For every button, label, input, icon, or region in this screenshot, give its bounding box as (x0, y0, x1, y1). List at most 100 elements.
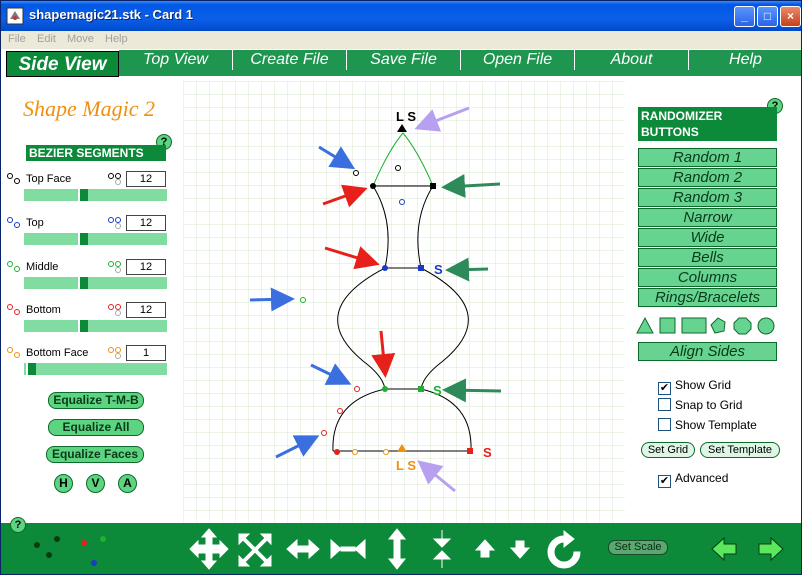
octagon-shape-button[interactable] (733, 317, 752, 335)
previous-card-icon[interactable] (711, 536, 737, 562)
narrow-icon[interactable] (330, 538, 366, 560)
segment-slider-thumb[interactable] (78, 277, 88, 289)
segment-count-input[interactable]: 12 (126, 215, 166, 231)
move-down-icon[interactable] (509, 540, 531, 559)
circle-shape-button[interactable] (757, 317, 775, 335)
segment-slider[interactable] (24, 233, 167, 245)
control-point[interactable] (370, 183, 376, 189)
advanced-checkbox[interactable]: ✔ Advanced (658, 471, 728, 488)
equalize-faces-button[interactable]: Equalize Faces (46, 446, 144, 463)
segment-slider-thumb[interactable] (78, 320, 88, 332)
tab-help[interactable]: Help (689, 50, 801, 70)
set-scale-button[interactable]: Set Scale (608, 540, 668, 555)
move-up-icon[interactable] (474, 539, 496, 558)
randomizer-button-narrow[interactable]: Narrow (638, 208, 777, 227)
tab-top-view[interactable]: Top View (119, 50, 233, 70)
control-point-handle[interactable] (399, 199, 405, 205)
segment-slider[interactable] (24, 189, 167, 201)
control-point-handle[interactable] (353, 170, 359, 176)
randomizer-button-random-3[interactable]: Random 3 (638, 188, 777, 207)
drawing-canvas[interactable]: L S S S S L S (183, 81, 625, 523)
segment-count-input[interactable]: 12 (126, 302, 166, 318)
segment-slider[interactable] (24, 363, 167, 375)
s-bottom-label: S (483, 445, 492, 460)
segment-slider[interactable] (24, 277, 167, 289)
control-point-handle[interactable] (321, 430, 327, 436)
menu-help[interactable]: Help (105, 33, 128, 45)
stretch-vertical-icon[interactable] (387, 528, 407, 570)
equalize-tmb-button[interactable]: Equalize T-M-B (48, 392, 144, 409)
randomizer-button-bells[interactable]: Bells (638, 248, 777, 267)
next-card-icon[interactable] (758, 536, 784, 562)
show-template-checkbox[interactable]: Show Template (658, 418, 757, 432)
show-grid-box[interactable]: ✔ (658, 382, 671, 395)
segment-slider-thumb[interactable] (78, 233, 88, 245)
set-grid-button[interactable]: Set Grid (641, 442, 695, 458)
control-point[interactable] (382, 265, 388, 271)
show-template-box[interactable] (658, 418, 671, 431)
control-point-square[interactable] (418, 386, 424, 392)
control-point-handle[interactable] (337, 408, 343, 414)
segment-count-input[interactable]: 12 (126, 259, 166, 275)
minimize-button[interactable]: _ (734, 6, 755, 27)
v-button[interactable]: V (86, 474, 105, 493)
control-point-handle[interactable] (352, 449, 358, 455)
segment-label: Bottom Face (26, 347, 89, 359)
maximize-button[interactable]: □ (757, 6, 778, 27)
control-point-square[interactable] (418, 265, 424, 271)
segment-color-dots-icon (7, 347, 20, 358)
control-point-handle[interactable] (395, 165, 401, 171)
close-button[interactable]: × (780, 6, 801, 27)
control-point-handle[interactable] (300, 297, 306, 303)
snap-to-grid-box[interactable] (658, 398, 671, 411)
randomizer-button-wide[interactable]: Wide (638, 228, 777, 247)
arrow-blue (249, 287, 295, 312)
tab-side-view[interactable]: Side View (6, 51, 119, 77)
control-point[interactable] (334, 449, 340, 455)
randomizer-button-random-1[interactable]: Random 1 (638, 148, 777, 167)
tab-open-file[interactable]: Open File (461, 50, 575, 70)
move-all-icon[interactable] (189, 528, 229, 570)
show-grid-checkbox[interactable]: ✔ Show Grid (658, 378, 731, 395)
control-point-square[interactable] (467, 448, 473, 454)
triangle-shape-button[interactable] (636, 316, 654, 334)
control-point[interactable] (382, 386, 388, 392)
control-point-handle[interactable] (354, 386, 360, 392)
equalize-all-button[interactable]: Equalize All (48, 419, 144, 436)
bottom-help-button[interactable]: ? (10, 517, 26, 533)
randomizer-button-columns[interactable]: Columns (638, 268, 777, 287)
menu-edit[interactable]: Edit (37, 33, 56, 45)
segment-slider-thumb[interactable] (26, 363, 36, 375)
segment-count-input[interactable]: 12 (126, 171, 166, 187)
set-template-button[interactable]: Set Template (700, 442, 780, 458)
rotate-icon[interactable] (547, 529, 581, 569)
widen-icon[interactable] (286, 538, 320, 560)
segment-count-input[interactable]: 1 (126, 345, 166, 361)
control-point-square[interactable] (430, 183, 436, 189)
randomizer-button-rings-bracelets[interactable]: Rings/Bracelets (638, 288, 777, 307)
expand-all-icon[interactable] (238, 533, 272, 567)
randomizer-button-random-2[interactable]: Random 2 (638, 168, 777, 187)
segment-step-dots-icon (108, 217, 121, 229)
segment-color-dots-icon (7, 217, 20, 228)
compress-vertical-icon[interactable] (432, 530, 452, 568)
a-button[interactable]: A (118, 474, 137, 493)
align-sides-button[interactable]: Align Sides (638, 342, 777, 361)
menu-move[interactable]: Move (67, 33, 94, 45)
segment-slider-thumb[interactable] (78, 189, 88, 201)
menu-file[interactable]: File (8, 33, 26, 45)
tab-create-file[interactable]: Create File (233, 50, 347, 70)
advanced-box[interactable]: ✔ (658, 475, 671, 488)
arrow-green (445, 257, 489, 282)
title-bar: shapemagic21.stk - Card 1 _ □ × (1, 1, 801, 31)
control-point-handle[interactable] (383, 449, 389, 455)
tab-save-file[interactable]: Save File (347, 50, 461, 70)
square-shape-button[interactable] (659, 317, 676, 334)
app-title: Shape Magic 2 (23, 96, 155, 121)
h-button[interactable]: H (54, 474, 73, 493)
pentagon-shape-button[interactable] (710, 317, 726, 334)
segment-slider[interactable] (24, 320, 167, 332)
tab-about[interactable]: About (575, 50, 689, 70)
rectangle-shape-button[interactable] (681, 317, 707, 334)
snap-to-grid-checkbox[interactable]: Snap to Grid (658, 398, 742, 412)
